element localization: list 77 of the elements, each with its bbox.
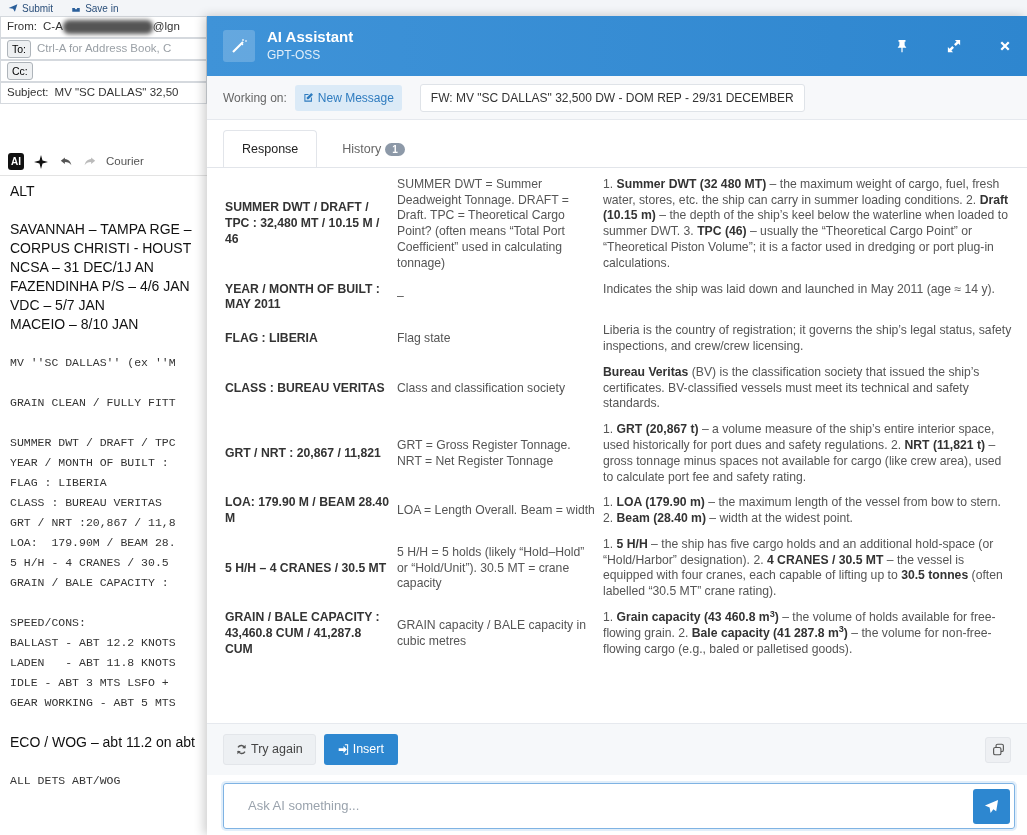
count-badge: 1 <box>385 143 405 156</box>
table-cell-text: – <box>397 289 405 306</box>
table-cell-text: SUMMER DWT = Summer Deadweight Tonnage. DRAFT = Draft. TPC = Theoretical Cargo Point? (often means “Total Port Coefficient” used in calculating tonnage) <box>397 176 570 272</box>
expand-icon[interactable] <box>947 39 961 53</box>
table-cell-text: Flag state <box>397 331 452 347</box>
body-text-line: ALL DETS ABT/WOG <box>10 773 122 789</box>
body-text-line: CORPUS CHRISTI - HOUST <box>10 239 193 258</box>
refresh-icon <box>236 744 247 755</box>
close-icon[interactable] <box>999 40 1011 52</box>
table-cell-text: GRT / NRT : 20,867 / 11,821 <box>225 445 382 462</box>
body-text-line: 5 H/H - 4 CRANES / 30.5 <box>10 555 170 571</box>
body-text-line: MACEIO – 8/10 JAN <box>10 315 140 334</box>
table-cell-text: GRAIN / BALE CAPACITY : 43,460.8 CUM / 41,287.8 CUM <box>225 610 381 658</box>
table-cell-text: CLASS : BUREAU VERITAS <box>225 380 386 397</box>
tab[interactable]: Response <box>223 130 318 168</box>
body-text-line: CLASS : BUREAU VERITAS <box>10 495 163 511</box>
submit-button[interactable]: Submit <box>8 0 54 16</box>
wand-icon <box>223 30 255 62</box>
send-button[interactable] <box>973 788 1010 824</box>
body-text-line: SAVANNAH – TAMPA RGE – <box>10 220 193 239</box>
table-cell-text: LOA = Length Overall. Beam = width <box>397 503 596 519</box>
context-chip: FW: MV "SC DALLAS" 32,500 DW - DOM REP - 29/31 DECEMBER <box>419 83 805 112</box>
table-cell-text: 1. Summer DWT (32 480 MT) – the maximum weight of cargo, fuel, fresh water, stores, etc. the ship can carry in summer loading conditions. 2. Draft (10.15 m) – the depth of the ship’s keel below the waterline when loaded to summer DWT. 3. TPC (46) – usually the “Theoretical Cargo Point” or “Theoretical Piston Volume”; it is a factor used in dredging or port plug-in calculations. <box>603 176 1010 272</box>
body-text-line: IDLE - ABT 3 MTS LSFO + <box>10 675 170 691</box>
body-text-line: NCSA – 31 DEC/1J AN <box>10 258 155 277</box>
chat-input-box[interactable]: Ask AI something... <box>223 783 1015 829</box>
body-text-line: GRAIN CLEAN / FULLY FITT <box>10 395 177 411</box>
tab[interactable]: History 1 <box>323 130 424 168</box>
table-cell: Liberia is the country of registration; it governs the ship’s legal status, safety inspections, and crew/crew licensing. <box>603 323 1013 355</box>
cc-button[interactable]: Cc: <box>7 62 33 80</box>
edit-icon <box>302 92 314 103</box>
table-cell-text: Indicates the ship was laid down and launched in May 2011 (age ≈ 14 y). <box>603 281 996 298</box>
table-cell-text: SUMMER DWT / DRAFT / TPC : 32,480 MT / 10.15 M / 46 <box>225 200 381 248</box>
body-text-line: SPEED/CONS: <box>10 615 87 631</box>
copy-icon <box>991 743 1005 756</box>
body-text-line: GEAR WORKING - ABT 5 MTS <box>10 695 177 711</box>
cc-field[interactable]: Cc: <box>0 60 207 82</box>
new-message-button[interactable]: New Message <box>294 84 402 111</box>
table-cell-text: 1. GRT (20,867 t) – a volume measure of the ship’s entire interior space, used historically for port dues and safety regulations. 2. NRT (11,821 t) – gross tonnage minus spaces not available for cargo (like crew area), used to calculate port fee and safety rating. <box>603 422 1003 486</box>
font-dropdown[interactable]: Courier <box>106 152 144 171</box>
plane-icon <box>8 3 18 13</box>
body-text-line: FAZENDINHA P/S – 4/6 JAN <box>10 277 191 296</box>
copy-button[interactable] <box>985 736 1011 763</box>
body-text-line: SUMMER DWT / DRAFT / TPC <box>10 435 177 451</box>
body-text-line: LADEN - ABT 11.8 KNOTS <box>10 655 177 671</box>
body-text-line: LOA: 179.90M / BEAM 28. <box>10 535 177 551</box>
table-cell-text: 1. LOA (179.90 m) – the maximum length of the vessel from bow to stern. 2. Beam (28.40 m) – width at the widest point. <box>603 495 1002 527</box>
send-icon <box>984 798 999 814</box>
pin-icon[interactable] <box>895 39 909 53</box>
table-cell-text: Bureau Veritas (BV) is the classification society that issued the ship’s certificates. BV-classified vessels must meet its technical and safety standards. <box>603 364 981 413</box>
body-text-line: GRT / NRT :20,867 / 11,8 <box>10 515 177 531</box>
body-text-line: YEAR / MONTH OF BUILT : <box>10 455 170 471</box>
table-cell-text: FLAG : LIBERIA <box>225 331 319 347</box>
table-cell-text: 1. Grain capacity (43 460.8 m$^{3}$) – the volume of holds available for free-flowing grain. 2. Bale capacity (41 287.8 m$^{3}$) – the volume for non-free-flowing cargo (e.g., baled or palletised goods). <box>603 610 997 658</box>
table-cell-text: 1. 5 H/H – the ship has five cargo holds and an additional hold-space (or “Hold/Harbor” designation). 2. 4 CRANES / 30.5 MT – the vessel is equipped with four cranes, each capable of lifting up to 30.5 tonnes (often labelled “30.5 MT” crane rating). <box>603 536 1004 601</box>
body-text-line: BALLAST - ABT 12.2 KNOTS <box>10 635 177 651</box>
table-cell-text: YEAR / MONTH OF BUILT : MAY 2011 <box>225 281 381 314</box>
body-text-line: ECO / WOG – abt 11.2 on abt <box>10 733 196 752</box>
try-again-button[interactable]: Try again <box>223 734 316 765</box>
table-cell-text: 5 H/H = 5 holds (likely “Hold–Hold” or “Hold/Unit”). 30.5 MT = crane capacity <box>397 544 586 593</box>
body-text-line: MV ''SC DALLAS'' (ex ''M <box>10 355 177 371</box>
body-text-line: VDC – 5/7 JAN <box>10 296 106 315</box>
table-cell-text: GRT = Gross Register Tonnage. NRT = Net Register Tonnage <box>397 437 572 470</box>
working-on-label: Working on: <box>223 89 287 107</box>
ai-button[interactable]: AI <box>8 153 24 170</box>
model-name: GPT-OSS <box>267 47 322 64</box>
body-text-line: GRAIN / BALE CAPACITY : <box>10 575 170 591</box>
table-cell-text: LOA: 179.90 M / BEAM 28.40 M <box>225 495 390 527</box>
panel-title: AI Assistant <box>267 28 355 46</box>
table-cell-text: 5 H/H – 4 CRANES / 30.5 MT <box>225 560 388 577</box>
table-cell-text: GRAIN capacity / BALE capacity in cubic metres <box>397 617 587 650</box>
insert-button[interactable]: Insert <box>323 734 398 765</box>
save-in-button[interactable]: Save in <box>71 0 119 16</box>
body-text-line: FLAG : LIBERIA <box>10 475 108 491</box>
sign-in-icon <box>337 744 349 755</box>
table-cell-text: Class and classification society <box>397 380 566 397</box>
body-text-line: ALT <box>10 182 36 201</box>
